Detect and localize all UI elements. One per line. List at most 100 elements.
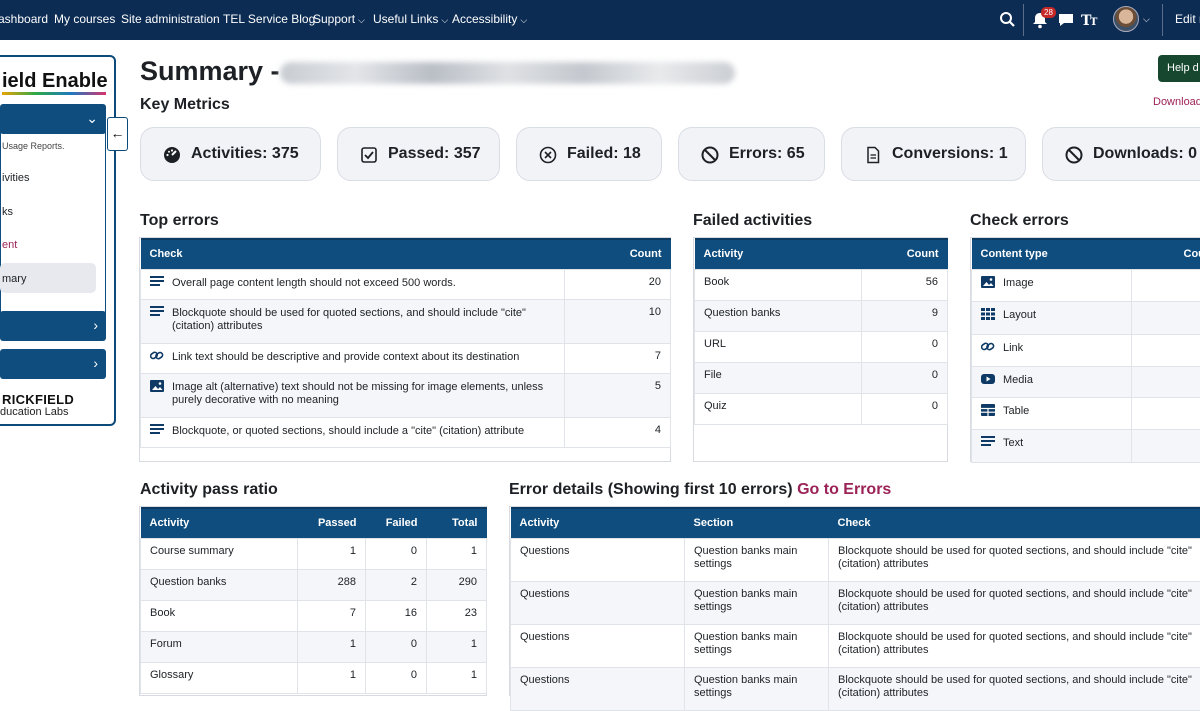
column-header-count[interactable]: Count	[862, 239, 948, 269]
column-header-check[interactable]: Check	[141, 239, 565, 269]
section-cell: Question banks main settings	[685, 581, 829, 624]
sidebar-item-content[interactable]: ent	[2, 239, 17, 251]
link-icon	[150, 350, 164, 362]
search-icon[interactable]	[998, 10, 1018, 30]
collapse-sidebar-button[interactable]: ←	[107, 117, 128, 151]
table-row: Forum101	[141, 631, 487, 662]
go-to-errors-link[interactable]: Go to Errors	[797, 481, 891, 498]
check-text: Blockquote, or quoted sections, should i…	[172, 425, 524, 437]
document-icon	[864, 146, 882, 164]
column-header-failed[interactable]: Failed	[366, 508, 427, 538]
content-type-cell: Text	[972, 429, 1132, 462]
check-cell: Blockquote, or quoted sections, should i…	[141, 417, 565, 447]
table-icon	[981, 404, 995, 416]
activity-cell: Book	[695, 269, 862, 300]
passed-cell: 1	[298, 631, 366, 662]
check-cell: Blockquote should be used for quoted sec…	[829, 624, 1200, 667]
error-details-title: Error details (Showing first 10 errors)	[509, 481, 793, 498]
usage-reports-link[interactable]: Usage Reports.	[2, 141, 65, 151]
failed-cell: 0	[366, 631, 427, 662]
sidebar-item-checks[interactable]: ks	[2, 206, 13, 218]
edit-mode-toggle[interactable]: Edit m	[1175, 12, 1200, 26]
nav-accessibility[interactable]: Accessibility⌵	[452, 12, 527, 26]
count-cell	[1132, 334, 1200, 366]
table-row: Question banks2882290	[141, 569, 487, 600]
column-header-activity[interactable]: Activity	[695, 239, 862, 269]
nav-dashboard[interactable]: ashboard	[0, 12, 48, 26]
text-lines-icon	[150, 306, 164, 318]
check-cell: Blockquote should be used for quoted sec…	[141, 299, 565, 343]
metric-errors-label: Errors: 65	[729, 145, 805, 163]
column-header-activity[interactable]: Activity	[141, 508, 298, 538]
sidebar-section-toggle[interactable]: ›	[0, 349, 106, 379]
text-size-icon[interactable]: TT	[1080, 10, 1100, 30]
count-cell	[1132, 429, 1200, 462]
chevron-down-icon: ⌵	[441, 15, 448, 25]
column-header-count[interactable]: Count	[565, 239, 671, 269]
check-errors-table: Content type Cou Image Layout Link Media…	[971, 238, 1200, 463]
activity-cell: Course summary	[141, 538, 298, 569]
chevron-down-icon[interactable]: ⌵	[1143, 14, 1150, 25]
download-link[interactable]: Download	[1153, 96, 1200, 108]
content-type-cell: Image	[972, 269, 1132, 301]
brickfield-brand: RICKFIELD	[2, 392, 74, 407]
nav-useful-links[interactable]: Useful Links⌵	[373, 12, 448, 26]
text-lines-icon	[150, 276, 164, 288]
metric-downloads: Downloads: 0	[1042, 127, 1200, 181]
grid-icon	[981, 308, 995, 320]
metric-conversions-label: Conversions: 1	[892, 145, 1008, 163]
table-row: URL0	[695, 331, 948, 362]
total-cell: 23	[427, 600, 487, 631]
chevron-down-icon: ⌄	[86, 110, 98, 127]
check-cell: Link text should be descriptive and prov…	[141, 343, 565, 373]
metric-failed-label: Failed: 18	[567, 145, 641, 163]
failed-cell: 16	[366, 600, 427, 631]
failed-activities-heading: Failed activities	[693, 212, 812, 230]
column-header-check[interactable]: Check	[829, 508, 1200, 538]
table-row: Table	[972, 397, 1200, 429]
passed-cell: 1	[298, 538, 366, 569]
sidebar-item-activities[interactable]: ivities	[2, 172, 30, 184]
table-row: Blockquote, or quoted sections, should i…	[141, 417, 671, 447]
nav-tel-service-blog[interactable]: TEL Service Blog	[223, 12, 315, 26]
table-row: Overall page content length should not e…	[141, 269, 671, 299]
column-header-passed[interactable]: Passed	[298, 508, 366, 538]
metric-activities: Activities: 375	[140, 127, 321, 181]
passed-cell: 288	[298, 569, 366, 600]
count-cell	[1132, 269, 1200, 301]
nav-my-courses[interactable]: My courses	[54, 12, 115, 26]
total-cell: 290	[427, 569, 487, 600]
activity-cell: Question banks	[141, 569, 298, 600]
help-button[interactable]: Help d	[1158, 55, 1200, 82]
sidebar-section-toggle[interactable]: ›	[0, 311, 106, 341]
activity-cell: Questions	[511, 667, 685, 710]
count-cell	[1132, 366, 1200, 397]
sidebar-item-summary[interactable]: mary	[2, 273, 26, 285]
nav-support-label: Support	[313, 12, 355, 26]
check-cell: Blockquote should be used for quoted sec…	[829, 538, 1200, 581]
total-cell: 1	[427, 662, 487, 693]
count-cell: 9	[862, 300, 948, 331]
media-play-icon	[981, 373, 995, 385]
brickfield-sidebar: ield Enable ⌄ Usage Reports. ivities ks …	[0, 55, 116, 426]
nav-support[interactable]: Support⌵	[313, 12, 365, 26]
activity-cell: File	[695, 362, 862, 393]
pass-ratio-table: Activity Passed Failed Total Course summ…	[140, 507, 487, 694]
user-avatar[interactable]	[1113, 6, 1139, 32]
content-type-cell: Layout	[972, 301, 1132, 334]
column-header-total[interactable]: Total	[427, 508, 487, 538]
table-row: QuestionsQuestion banks main settingsBlo…	[511, 667, 1200, 710]
nav-useful-links-label: Useful Links	[373, 12, 438, 26]
column-header-count[interactable]: Cou	[1132, 239, 1200, 269]
chat-icon[interactable]	[1056, 10, 1076, 30]
nav-site-administration[interactable]: Site administration	[121, 12, 220, 26]
table-row: QuestionsQuestion banks main settingsBlo…	[511, 538, 1200, 581]
arrow-left-icon: ←	[111, 125, 125, 141]
column-header-activity[interactable]: Activity	[511, 508, 685, 538]
count-cell: 5	[565, 373, 671, 417]
table-row: Media	[972, 366, 1200, 397]
column-header-section[interactable]: Section	[685, 508, 829, 538]
content-type-label: Link	[1003, 342, 1023, 354]
column-header-content-type[interactable]: Content type	[972, 239, 1132, 269]
nav-accessibility-label: Accessibility	[452, 12, 517, 26]
